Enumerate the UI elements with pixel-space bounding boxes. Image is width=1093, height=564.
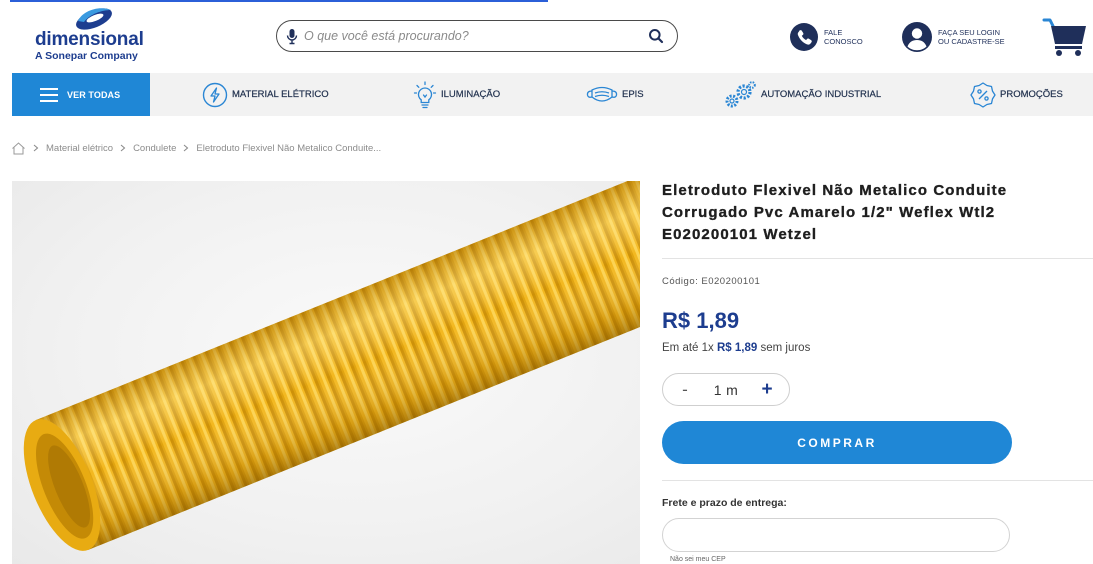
installments-text: Em até 1x R$ 1,89 sem juros (662, 340, 810, 356)
login-label: FAÇA SEU LOGIN OU CADASTRE-SE (938, 28, 1005, 46)
cart-button[interactable] (1042, 16, 1088, 58)
quantity-stepper: - 1 m + (662, 373, 790, 406)
home-icon[interactable] (11, 141, 26, 155)
top-link-underline[interactable] (10, 0, 548, 2)
contact-link[interactable]: FALE CONOSCO (790, 21, 863, 53)
contact-label: FALE CONOSCO (824, 28, 863, 46)
quantity-increment-button[interactable]: + (759, 378, 775, 402)
logo-mark-icon (73, 6, 115, 30)
contact-line1: FALE (824, 28, 843, 37)
login-link[interactable]: FAÇA SEU LOGIN OU CADASTRE-SE (902, 21, 1005, 53)
search-bar (276, 20, 678, 52)
nav-item-iluminacao[interactable]: ILUMINAÇÃO (413, 73, 500, 116)
unknown-cep-link[interactable]: Não sei meu CEP (670, 556, 726, 564)
nav-item-label: ILUMINAÇÃO (441, 89, 501, 100)
gears-icon (721, 80, 757, 110)
nav-item-epis[interactable]: EPIS (586, 73, 644, 116)
nav-item-label: AUTOMAÇÃO INDUSTRIAL (761, 89, 882, 100)
category-nav: VER TODAS MATERIAL ELÉTRICO ILUMINAÇÃO E… (12, 73, 1093, 116)
quantity-display: 1 m (714, 382, 738, 398)
nav-item-label: MATERIAL ELÉTRICO (232, 89, 329, 100)
quantity-decrement-button[interactable]: - (677, 378, 693, 402)
product-title: Eletroduto Flexivel Não Metalico Conduit… (662, 182, 1008, 243)
installments-amount: R$ 1,89 (716, 342, 758, 354)
lightning-icon (202, 82, 228, 108)
user-icon (902, 22, 932, 52)
buy-button[interactable]: COMPRAR (662, 421, 1012, 464)
quantity-value: 1 (713, 381, 723, 398)
login-line1: FAÇA SEU LOGIN (938, 28, 1001, 37)
face-mask-icon (586, 83, 618, 107)
all-categories-button[interactable]: VER TODAS (12, 73, 150, 116)
all-categories-label: VER TODAS (67, 89, 121, 100)
nav-item-label: EPIS (622, 89, 644, 100)
quantity-unit: m (726, 381, 739, 398)
search-input[interactable] (277, 21, 677, 51)
breadcrumb-item-material-eletrico[interactable]: Material elétrico (46, 143, 113, 154)
installments-prefix: Em até 1x (662, 342, 714, 354)
login-line2: OU CADASTRE-SE (938, 37, 1005, 46)
logo-name: dimensional (35, 29, 144, 50)
divider (662, 480, 1093, 481)
shipping-label: Frete e prazo de entrega: (662, 497, 787, 509)
phone-icon (790, 23, 818, 51)
chevron-right-icon (183, 144, 189, 152)
product-code-value: E020200101 (701, 276, 761, 287)
nav-item-material-eletrico[interactable]: MATERIAL ELÉTRICO (202, 73, 329, 116)
breadcrumb: Material elétrico Condulete Eletroduto F… (11, 141, 381, 155)
product-code-label: Código: (662, 276, 699, 287)
installments-suffix: sem juros (760, 342, 811, 354)
product-price: R$ 1,89 (662, 308, 740, 333)
percent-badge-icon (970, 81, 996, 108)
search-icon[interactable] (648, 28, 664, 44)
menu-icon (40, 87, 58, 102)
chevron-right-icon (33, 144, 39, 152)
breadcrumb-item-condulete[interactable]: Condulete (133, 143, 176, 154)
nav-item-label: PROMOÇÕES (1000, 89, 1063, 100)
breadcrumb-item-current: Eletroduto Flexivel Não Metalico Conduit… (196, 142, 382, 154)
cep-input[interactable] (662, 518, 1010, 552)
cart-icon (1042, 16, 1088, 58)
nav-item-promocoes[interactable]: PROMOÇÕES (970, 73, 1063, 116)
chevron-right-icon (120, 144, 126, 152)
lightbulb-icon (413, 80, 437, 109)
logo[interactable]: dimensional A Sonepar Company (35, 6, 147, 64)
divider (662, 258, 1093, 259)
product-image[interactable] (12, 181, 640, 564)
product-code: Código: E020200101 (662, 276, 760, 288)
nav-item-automacao-industrial[interactable]: AUTOMAÇÃO INDUSTRIAL (721, 73, 881, 116)
contact-line2: CONOSCO (824, 37, 863, 46)
logo-tagline: A Sonepar Company (35, 50, 138, 62)
